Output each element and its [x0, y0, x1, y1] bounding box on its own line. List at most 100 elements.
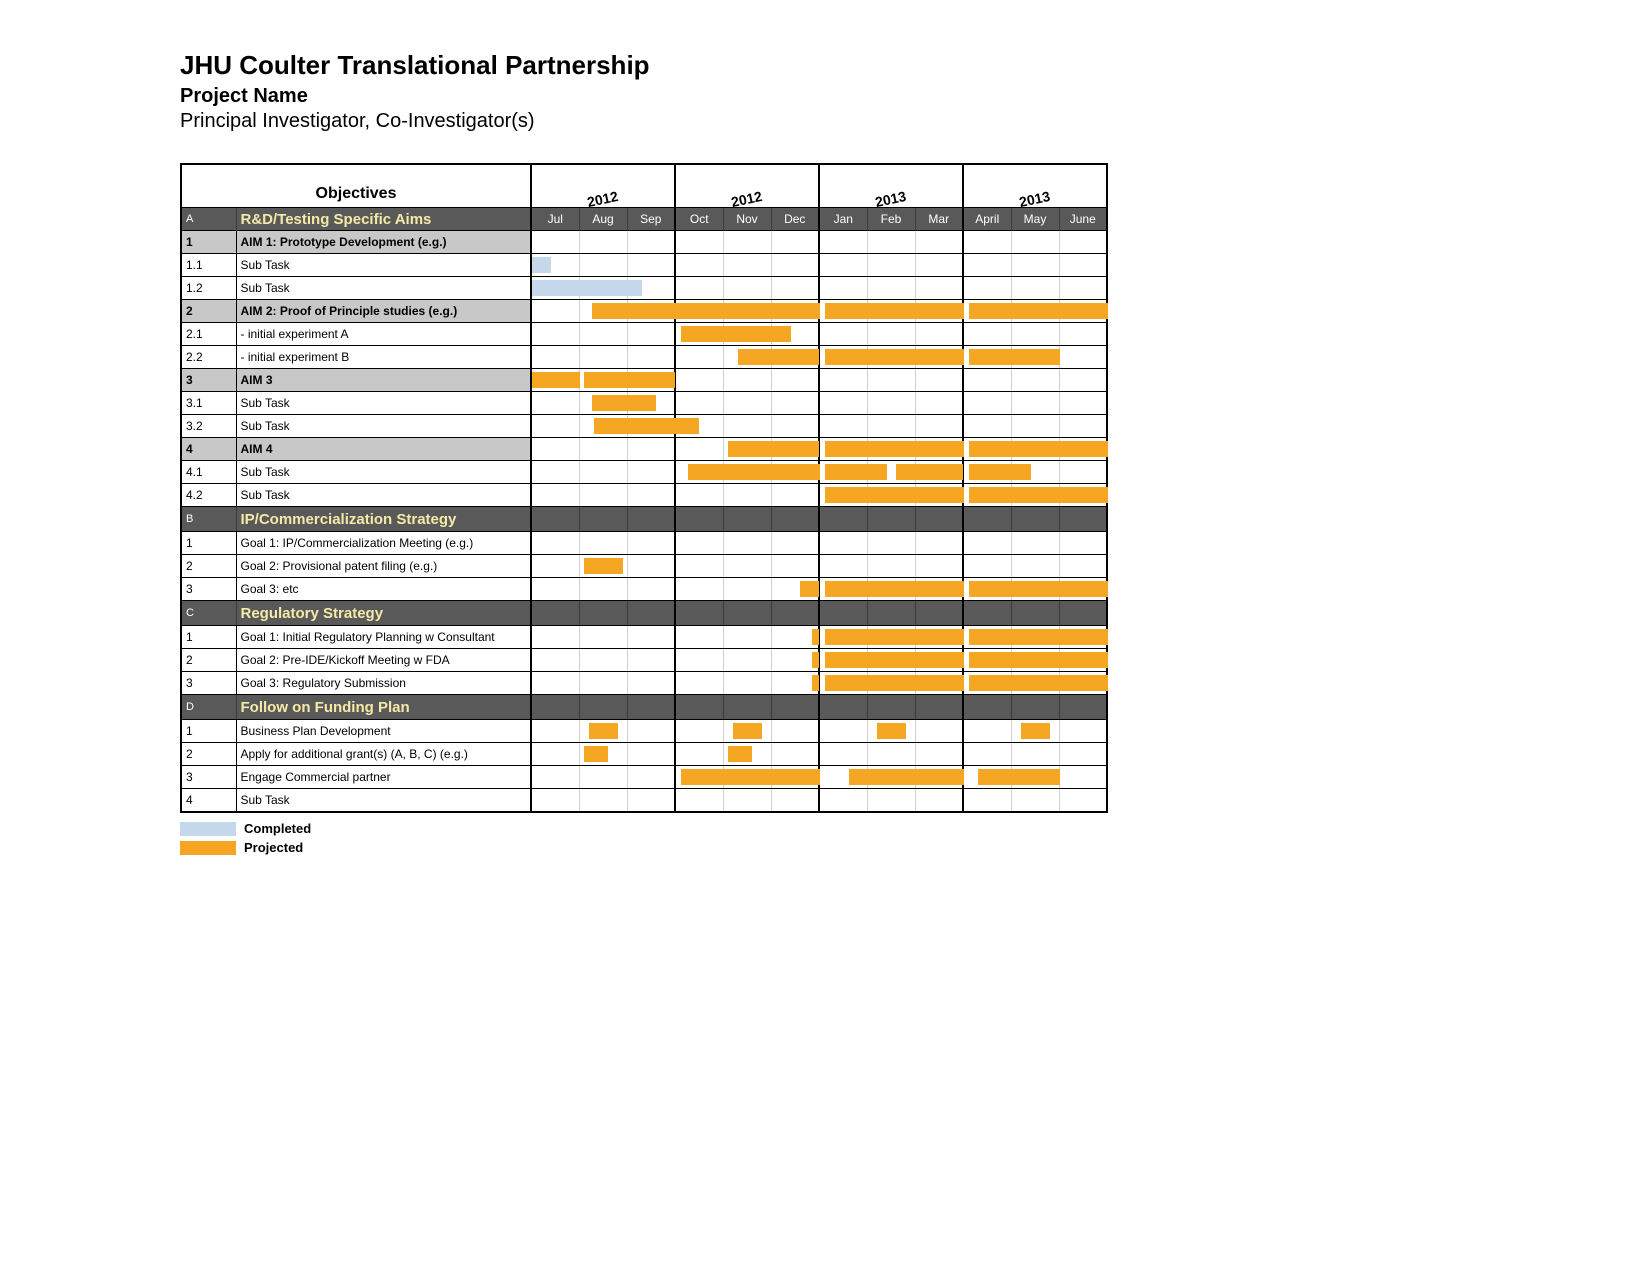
cell — [963, 672, 1011, 695]
cell — [1011, 369, 1059, 392]
section-cell — [531, 601, 579, 626]
cell — [579, 672, 627, 695]
cell — [867, 532, 915, 555]
swatch-completed — [180, 822, 236, 836]
cell — [531, 766, 579, 789]
row-label: Goal 2: Provisional patent filing (e.g.) — [236, 555, 531, 578]
cell — [723, 555, 771, 578]
cell — [723, 254, 771, 277]
section-cell — [819, 695, 867, 720]
cell — [531, 743, 579, 766]
row-label: AIM 3 — [236, 369, 531, 392]
cell — [963, 231, 1011, 254]
cell — [867, 766, 915, 789]
cell — [1011, 415, 1059, 438]
cell — [771, 438, 819, 461]
month-Feb: Feb — [867, 208, 915, 231]
cell — [819, 578, 867, 601]
cell — [1011, 254, 1059, 277]
cell — [1059, 672, 1107, 695]
cell — [579, 743, 627, 766]
cell — [723, 720, 771, 743]
section-cell — [867, 507, 915, 532]
cell — [1059, 484, 1107, 507]
cell — [723, 578, 771, 601]
cell — [531, 649, 579, 672]
cell — [771, 461, 819, 484]
section-cell — [1011, 601, 1059, 626]
cell — [819, 300, 867, 323]
cell — [771, 649, 819, 672]
cell — [579, 649, 627, 672]
cell — [1059, 532, 1107, 555]
cell — [867, 231, 915, 254]
cell — [531, 415, 579, 438]
row-label: Sub Task — [236, 415, 531, 438]
cell — [1011, 323, 1059, 346]
gantt-bar — [584, 746, 608, 762]
cell — [1059, 300, 1107, 323]
cell — [867, 392, 915, 415]
row-idx: 4.2 — [181, 484, 236, 507]
cell — [819, 766, 867, 789]
cell — [867, 720, 915, 743]
cell — [867, 672, 915, 695]
cell — [531, 626, 579, 649]
cell — [771, 277, 819, 300]
cell — [627, 649, 675, 672]
section-cell — [531, 695, 579, 720]
cell — [723, 346, 771, 369]
cell — [675, 369, 723, 392]
section-cell — [915, 507, 963, 532]
section-cell — [579, 601, 627, 626]
cell — [1011, 578, 1059, 601]
cell — [675, 626, 723, 649]
cell — [819, 555, 867, 578]
row-idx: 4 — [181, 438, 236, 461]
cell — [915, 254, 963, 277]
row-label: Sub Task — [236, 484, 531, 507]
section-title-D: Follow on Funding Plan — [236, 695, 531, 720]
year-1: 2012 — [675, 164, 819, 208]
section-cell — [1011, 695, 1059, 720]
cell — [531, 555, 579, 578]
row-label: AIM 4 — [236, 438, 531, 461]
section-cell — [963, 507, 1011, 532]
cell — [1059, 438, 1107, 461]
cell — [531, 484, 579, 507]
cell — [723, 461, 771, 484]
cell — [675, 438, 723, 461]
section-key-A: A — [181, 208, 236, 231]
cell — [963, 720, 1011, 743]
cell — [867, 461, 915, 484]
row-label: Apply for additional grant(s) (A, B, C) … — [236, 743, 531, 766]
cell — [771, 532, 819, 555]
cell — [627, 300, 675, 323]
cell — [915, 649, 963, 672]
section-cell — [771, 695, 819, 720]
cell — [531, 672, 579, 695]
row-label: Goal 1: Initial Regulatory Planning w Co… — [236, 626, 531, 649]
cell — [531, 346, 579, 369]
cell — [1011, 532, 1059, 555]
cell — [531, 789, 579, 813]
cell — [675, 277, 723, 300]
swatch-projected — [180, 841, 236, 855]
cell — [867, 555, 915, 578]
section-cell — [867, 695, 915, 720]
cell — [579, 461, 627, 484]
cell — [627, 766, 675, 789]
cell — [675, 300, 723, 323]
cell — [819, 626, 867, 649]
row-idx: 3 — [181, 766, 236, 789]
project-name: Project Name — [180, 85, 1650, 108]
cell — [531, 532, 579, 555]
cell — [579, 300, 627, 323]
cell — [915, 346, 963, 369]
gantt-bar — [800, 581, 819, 597]
cell — [723, 789, 771, 813]
row-label: AIM 2: Proof of Principle studies (e.g.) — [236, 300, 531, 323]
row-idx: 3 — [181, 369, 236, 392]
cell — [771, 346, 819, 369]
cell — [819, 438, 867, 461]
